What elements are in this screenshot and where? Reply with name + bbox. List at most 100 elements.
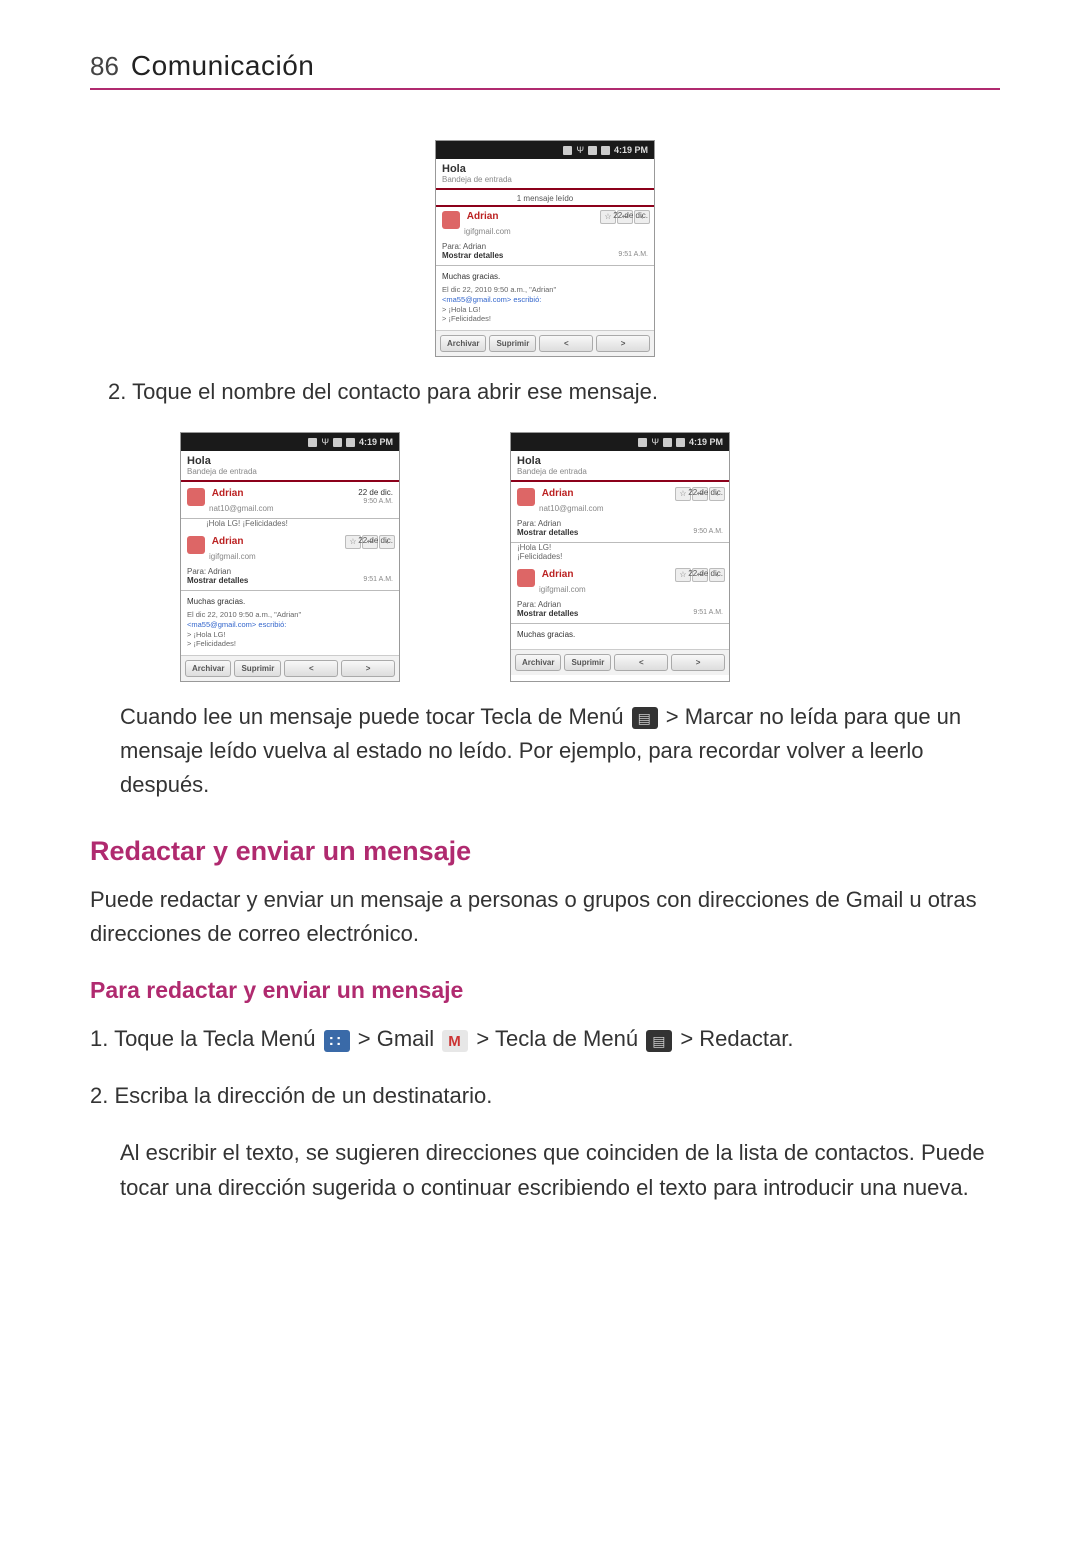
list-item-2-desc: Al escribir el texto, se sugieren direcc…: [120, 1136, 1000, 1204]
collapsed-message-1[interactable]: Adrian 22 de dic. 9:50 A.M. nat10@gmail.…: [181, 484, 399, 519]
avatar-icon: [187, 536, 205, 554]
body-greeting: Muchas gracias.: [187, 597, 393, 606]
status-time: 4:19 PM: [614, 145, 648, 155]
sync-icon: [638, 438, 647, 447]
body-greeting: Muchas gracias.: [517, 630, 723, 639]
screenshot-group-2: Ψ 4:19 PM Hola Bandeja de entrada Adrian…: [180, 432, 1000, 682]
gmail-label: Gmail: [377, 1026, 434, 1051]
usb-icon: Ψ: [321, 437, 329, 447]
next-button[interactable]: >: [596, 335, 650, 352]
step-text: Toque el nombre del contacto para abrir …: [132, 379, 658, 404]
to-label: Para: Adrian: [517, 600, 561, 609]
next-button[interactable]: >: [671, 654, 725, 671]
phone-mock-3: Ψ 4:19 PM Hola Bandeja de entrada Adrian…: [510, 432, 730, 682]
message-time: 9:51 A.M.: [363, 576, 393, 585]
expanded-message-1[interactable]: Adrian nat10@gmail.com ☆ ↩ ‹ Para: Adria…: [511, 484, 729, 543]
battery-icon: [601, 146, 610, 155]
gmail-icon: [442, 1030, 468, 1052]
next-button[interactable]: >: [341, 660, 395, 677]
expanded-message[interactable]: Adrian igifgmail.com ☆ ↩ ‹ Para: Adrian …: [181, 532, 399, 591]
bottom-toolbar: Archivar Suprimir < >: [436, 330, 654, 356]
chevron: >: [666, 704, 685, 729]
prev-button[interactable]: <: [539, 335, 593, 352]
battery-icon: [346, 438, 355, 447]
delete-button[interactable]: Suprimir: [564, 654, 611, 671]
delete-button[interactable]: Suprimir: [234, 660, 281, 677]
show-details-link[interactable]: Mostrar detalles: [187, 576, 248, 585]
body-greeting: Muchas gracias.: [442, 272, 648, 281]
sender-email: igifgmail.com: [464, 227, 648, 236]
message-body: Muchas gracias.: [511, 624, 729, 649]
show-details-link[interactable]: Mostrar detalles: [517, 528, 578, 537]
phone-mock-1: Ψ 4:19 PM Hola Bandeja de entrada 1 mens…: [435, 140, 655, 357]
to-line: Para: Adrian 22 de dic.: [517, 519, 723, 528]
chevron: >: [680, 1026, 699, 1051]
menu-key-label: Tecla de Menú: [480, 704, 623, 729]
phone-mock-2: Ψ 4:19 PM Hola Bandeja de entrada Adrian…: [180, 432, 400, 682]
menu-key-icon: [632, 707, 658, 729]
divider: [181, 480, 399, 482]
usb-icon: Ψ: [576, 145, 584, 155]
statusbar: Ψ 4:19 PM: [436, 141, 654, 159]
quoted-line: > ¡Hola LG!: [187, 630, 393, 640]
sync-icon: [563, 146, 572, 155]
quoted-block: El dic 22, 2010 9:50 a.m., "Adrian" <ma5…: [187, 610, 393, 649]
quoted-line: <ma55@gmail.com> escribió:: [187, 620, 393, 630]
divider: [436, 188, 654, 190]
prev-button[interactable]: <: [284, 660, 338, 677]
signal-icon: [663, 438, 672, 447]
chevron: >: [358, 1026, 377, 1051]
archive-button[interactable]: Archivar: [440, 335, 486, 352]
subsection-heading: Para redactar y enviar un mensaje: [90, 977, 1000, 1004]
compose-label: Redactar: [699, 1026, 787, 1051]
to-label: Para: Adrian: [187, 567, 231, 576]
avatar-icon: [517, 488, 535, 506]
prev-button[interactable]: <: [614, 654, 668, 671]
archive-button[interactable]: Archivar: [515, 654, 561, 671]
battery-icon: [676, 438, 685, 447]
expanded-message-2[interactable]: Adrian igifgmail.com ☆ ↩ ‹ Para: Adrian …: [511, 565, 729, 624]
thread-title: Hola: [517, 455, 723, 467]
read-count-row[interactable]: 1 mensaje leído: [436, 192, 654, 207]
delete-button[interactable]: Suprimir: [489, 335, 536, 352]
header-rule: [90, 88, 1000, 90]
message-date: 22 de dic.: [688, 569, 723, 578]
page-number: 86: [90, 51, 119, 82]
page-header: 86 Comunicación: [90, 50, 1000, 82]
text: 1. Toque la: [90, 1026, 203, 1051]
chevron: >: [476, 1026, 495, 1051]
quoted-line: <ma55@gmail.com> escribió:: [442, 295, 648, 305]
step-number: 2.: [108, 379, 126, 404]
avatar-icon: [187, 488, 205, 506]
message-date: 22 de dic.: [358, 488, 393, 497]
archive-button[interactable]: Archivar: [185, 660, 231, 677]
message-time: 9:51 A.M.: [693, 609, 723, 618]
divider: [511, 480, 729, 482]
thread-header: Hola Bandeja de entrada: [181, 451, 399, 478]
sender-name: Adrian: [212, 536, 244, 547]
quoted-line: > ¡Felicidades!: [442, 314, 648, 324]
signal-icon: [588, 146, 597, 155]
screenshot-group-1: Ψ 4:19 PM Hola Bandeja de entrada 1 mens…: [90, 140, 1000, 357]
sender-email: igifgmail.com: [539, 585, 723, 594]
message-date: 22 de dic.: [688, 488, 723, 497]
to-line: Para: Adrian 22 de dic.: [187, 567, 393, 576]
list-item-1: 1. Toque la Tecla Menú > Gmail > Tecla d…: [90, 1022, 1000, 1055]
show-details-link[interactable]: Mostrar detalles: [442, 251, 503, 260]
message-body: Muchas gracias. El dic 22, 2010 9:50 a.m…: [181, 591, 399, 655]
show-details-link[interactable]: Mostrar detalles: [517, 609, 578, 618]
avatar-icon: [517, 569, 535, 587]
menu-key-label: Tecla de Menú: [495, 1026, 638, 1051]
to-label: Para: Adrian: [442, 242, 486, 251]
folder-label: Bandeja de entrada: [187, 467, 393, 476]
to-label: Para: Adrian: [517, 519, 561, 528]
status-time: 4:19 PM: [689, 437, 723, 447]
page-title: Comunicación: [131, 50, 314, 82]
message-body: Muchas gracias. El dic 22, 2010 9:50 a.m…: [436, 266, 654, 330]
statusbar: Ψ 4:19 PM: [511, 433, 729, 451]
usb-icon: Ψ: [651, 437, 659, 447]
quoted-line: > ¡Hola LG!: [442, 305, 648, 315]
message-header[interactable]: Adrian igifgmail.com ☆ ↩ ‹ Para: Adrian …: [436, 207, 654, 266]
bottom-toolbar: Archivar Suprimir < >: [511, 649, 729, 675]
thread-header: Hola Bandeja de entrada: [511, 451, 729, 478]
